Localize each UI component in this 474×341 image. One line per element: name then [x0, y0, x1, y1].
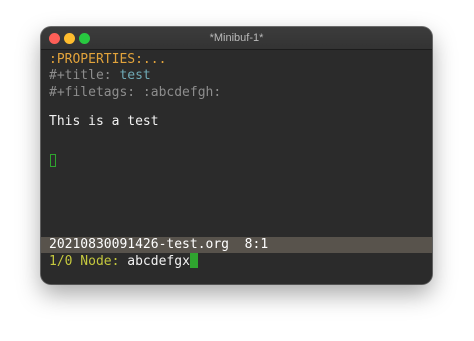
mode-line-buffer-name: 20210830091426-test.org: [49, 237, 230, 252]
minibuffer-cursor: [189, 253, 198, 268]
minibuffer-input[interactable]: abcdefgx: [127, 254, 190, 269]
title-bar: *Minibuf-1*: [41, 27, 432, 50]
mode-line-position: 8:1: [244, 237, 269, 252]
emacs-window: *Minibuf-1* :PROPERTIES:... #+title: tes…: [41, 27, 432, 284]
properties-drawer[interactable]: :PROPERTIES:...: [49, 51, 166, 68]
mode-line: 20210830091426-test.org 8:1: [41, 237, 432, 253]
filetags-line: #+filetags: :abcdefgh:: [49, 85, 222, 100]
minibuffer-prompt: 1/0 Node:: [49, 254, 128, 269]
title-value: test: [119, 68, 151, 83]
window-title: *Minibuf-1*: [209, 32, 264, 44]
minibuffer[interactable]: 1/0 Node: abcdefgx: [41, 253, 432, 284]
mode-line-text: 20210830091426-test.org 8:1: [49, 237, 268, 253]
title-keyword: #+title:: [49, 68, 120, 83]
body-text-line: This is a test: [49, 114, 159, 129]
minibuffer-line: 1/0 Node: abcdefgx: [49, 253, 198, 270]
title-line: #+title: test: [49, 67, 151, 84]
editor-buffer[interactable]: :PROPERTIES:... #+title: test #+filetags…: [41, 50, 432, 237]
buffer-cursor: [50, 154, 56, 167]
